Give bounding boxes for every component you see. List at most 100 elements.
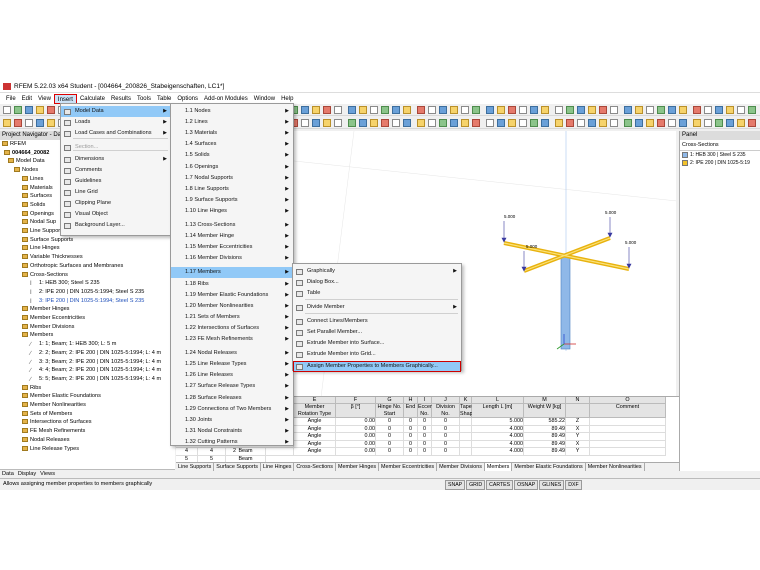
table-cell[interactable] [460,440,472,448]
model-data-menu-item[interactable]: 1.20 Member Nonlinearities ▶ [171,301,293,312]
menu-insert[interactable]: Insert [53,93,77,104]
navigator-tree-item[interactable]: Member Eccentricities [22,314,85,323]
navigator-tree-item[interactable]: Materials [22,184,53,193]
navigator-tree-item[interactable]: ∕ 1: 1; Beam; 1: HEB 300; L: 5 m [30,340,116,349]
toolbar-button-icon[interactable] [726,119,734,127]
table-cell[interactable]: 0 [432,433,460,441]
toolbar-button-icon[interactable] [624,119,632,127]
navigator-tree-item[interactable]: Surfaces [22,192,52,201]
table-cell[interactable]: 4.000 [472,433,524,441]
table-cell[interactable] [460,425,472,433]
toolbar-button-icon[interactable] [392,119,400,127]
table-cell[interactable]: 0 [432,440,460,448]
table-cell[interactable]: 0 [418,433,432,441]
navigator-tree-item[interactable]: Line Supports [22,227,65,236]
navigator-tree-item[interactable]: ∕ 4: 4; Beam; 2: IPE 200 | DIN 1025-5:199… [30,366,161,375]
model-data-menu-item[interactable]: 1.31 Nodal Constraints ▶ [171,426,293,437]
insert-menu-item[interactable]: Guidelines [61,176,171,187]
toolbar-button-icon[interactable] [566,106,574,114]
navigator-tree-item[interactable]: Surface Supports [22,236,73,245]
menu-tools[interactable]: Tools [134,94,154,104]
navigator-tree-item[interactable]: 004664_20082 [4,149,49,158]
tab-member-elastic-foundations[interactable]: Member Elastic Foundations [512,463,586,471]
table-cell[interactable]: 89.49 [524,440,566,448]
model-data-menu-item[interactable]: 1.4 Surfaces ▶ [171,139,293,150]
insert-menu-item[interactable]: Background Layer... [61,220,171,231]
table-cell[interactable]: Beam [226,448,266,456]
navigator-tree-item[interactable]: Orthotropic Surfaces and Membranes [22,262,123,271]
status-toggle-cartes[interactable]: CARTES [486,480,514,490]
toolbar-button-icon[interactable] [668,119,676,127]
table-cell[interactable]: Angle [294,418,336,426]
toolbar-button-icon[interactable] [301,119,309,127]
members-menu-item[interactable]: Connect Lines/Members [293,316,461,327]
table-cell[interactable]: Y [566,448,590,456]
toolbar-button-icon[interactable] [439,106,447,114]
toolbar-button-icon[interactable] [610,119,618,127]
toolbar-button-icon[interactable] [450,119,458,127]
model-data-menu-item[interactable]: 1.29 Connections of Two Members ▶ [171,404,293,415]
members-menu-item[interactable]: Graphically ▶ [293,266,461,277]
toolbar-button-icon[interactable] [461,119,469,127]
toolbar-button-icon[interactable] [381,119,389,127]
table-cell[interactable]: 0 [432,425,460,433]
toolbar-button-icon[interactable] [47,119,55,127]
table-cell[interactable]: 0 [418,448,432,456]
table-cell[interactable] [590,425,666,433]
members-menu-item[interactable]: Assign Member Properties to Members Grap… [293,361,461,372]
tab-member-divisions[interactable]: Member Divisions [437,463,485,471]
menu-edit[interactable]: Edit [19,94,35,104]
toolbar-button-icon[interactable] [312,106,320,114]
model-data-menu-item[interactable]: 1.19 Member Elastic Foundations ▶ [171,290,293,301]
toolbar-button-icon[interactable] [14,106,22,114]
navigator-tree-item[interactable]: Member Nonlinearities [22,401,86,410]
toolbar-button-icon[interactable] [541,119,549,127]
status-toggle-dxf[interactable]: DXF [565,480,582,490]
table-cell[interactable]: 0 [404,433,418,441]
table-cell[interactable]: 0 [376,418,404,426]
toolbar-button-icon[interactable] [693,106,701,114]
model-data-menu-item[interactable]: 1.5 Solids ▶ [171,150,293,161]
navigator-tree-item[interactable]: Variable Thicknesses [22,253,83,262]
toolbar-button-icon[interactable] [3,106,11,114]
navigator-tree-item[interactable]: Openings [22,210,54,219]
navigator-tab-display[interactable]: Display [18,470,36,478]
navigator-tree-item[interactable]: I 1: HEB 300; Steel S 235 [30,279,100,288]
table-cell[interactable]: 585.22 [524,418,566,426]
toolbar-button-icon[interactable] [403,106,411,114]
tab-line-hinges[interactable]: Line Hinges [261,463,295,471]
table-cell[interactable]: Angle [294,440,336,448]
navigator-tree-item[interactable]: Intersections of Surfaces [22,418,92,427]
model-data-menu-item[interactable]: 1.21 Sets of Members ▶ [171,312,293,323]
toolbar-button-icon[interactable] [748,106,756,114]
toolbar-button-icon[interactable] [472,119,480,127]
insert-menu-item[interactable]: Dimensions ▶ [61,154,171,165]
table-cell[interactable]: 0 [418,418,432,426]
members-menu-item[interactable]: Divide Member ▶ [293,302,461,313]
table-cell[interactable]: Angle [294,433,336,441]
toolbar-button-icon[interactable] [497,106,505,114]
navigator-tree-item[interactable]: Member Divisions [22,323,74,332]
table-cell[interactable]: 0 [376,448,404,456]
status-toggle-grid[interactable]: GRID [466,480,486,490]
table-cell[interactable]: 0 [418,440,432,448]
tab-member-hinges[interactable]: Member Hinges [336,463,380,471]
model-data-menu-item[interactable]: 1.26 Line Releases ▶ [171,370,293,381]
status-toggle-glines[interactable]: GLINES [539,480,565,490]
table-cell[interactable]: Angle [294,448,336,456]
members-menu-item[interactable]: Dialog Box... [293,277,461,288]
navigator-tree-item[interactable]: ∕ 3: 3; Beam; 2: IPE 200 | DIN 1025-5:199… [30,358,161,367]
navigator-tab-views[interactable]: Views [40,470,55,478]
model-data-menu-item[interactable]: 1.1 Nodes ▶ [171,106,293,117]
toolbar-button-icon[interactable] [715,119,723,127]
status-toggle-snap[interactable]: SNAP [445,480,466,490]
table-cell[interactable]: 89.49 [524,433,566,441]
toolbar-button-icon[interactable] [588,106,596,114]
menu-window[interactable]: Window [251,94,278,104]
toolbar-button-icon[interactable] [555,106,563,114]
model-data-menu-item[interactable]: 1.27 Surface Release Types ▶ [171,381,293,392]
navigator-tree-item[interactable]: I 3: IPE 200 | DIN 1025-5:1994; Steel S 2… [30,297,144,306]
model-data-menu-item[interactable]: 1.32 Cutting Patterns ▶ [171,437,293,448]
menu-options[interactable]: Options [174,94,201,104]
navigator-tree-item[interactable]: I 2: IPE 200 | DIN 1025-5:1994; Steel S 2… [30,288,144,297]
